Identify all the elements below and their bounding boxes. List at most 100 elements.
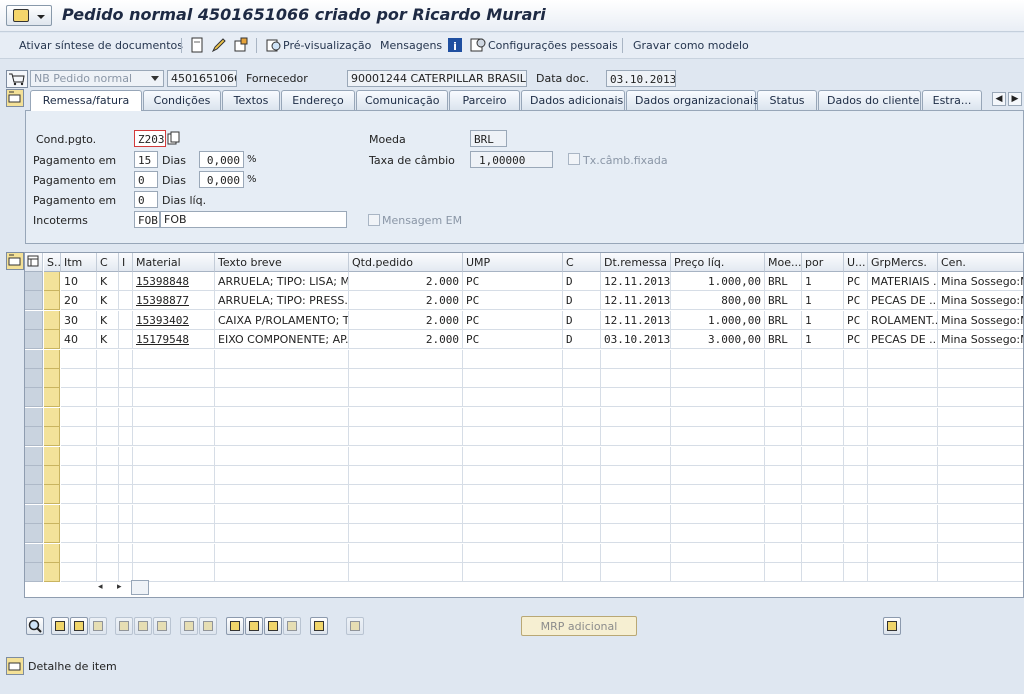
tab-scroll-right-button[interactable]: ▶ (1008, 92, 1022, 106)
row-status-cell[interactable] (44, 543, 60, 563)
grid-settings-icon[interactable] (25, 253, 43, 272)
row-status-cell[interactable] (44, 310, 60, 330)
empty-cell[interactable] (463, 349, 563, 369)
empty-cell[interactable] (563, 388, 601, 408)
row-selector[interactable] (25, 446, 43, 466)
empty-cell[interactable] (97, 466, 119, 485)
empty-cell[interactable] (463, 446, 563, 466)
empty-cell[interactable] (601, 427, 671, 447)
cell-qtd[interactable]: 2.000 (349, 291, 463, 311)
empty-cell[interactable] (601, 543, 671, 563)
column-header-status[interactable]: S.. (44, 253, 61, 272)
empty-cell[interactable] (349, 563, 463, 582)
empty-cell[interactable] (97, 563, 119, 582)
empty-cell[interactable] (802, 407, 844, 427)
empty-cell[interactable] (215, 446, 349, 466)
empty-cell[interactable] (133, 349, 215, 369)
empty-cell[interactable] (802, 524, 844, 544)
empty-cell[interactable] (215, 369, 349, 388)
cell-u[interactable]: PC (844, 291, 868, 311)
empty-cell[interactable] (349, 369, 463, 388)
empty-cell[interactable] (844, 485, 868, 505)
new-document-icon[interactable] (189, 37, 205, 53)
empty-cell[interactable] (563, 446, 601, 466)
row-selector[interactable] (25, 427, 43, 447)
empty-cell[interactable] (563, 466, 601, 485)
empty-cell[interactable] (844, 349, 868, 369)
lock-button[interactable] (134, 617, 152, 635)
empty-cell[interactable] (868, 466, 938, 485)
empty-cell[interactable] (671, 543, 765, 563)
item-detail-icon[interactable] (6, 657, 24, 675)
empty-cell[interactable] (844, 427, 868, 447)
empty-cell[interactable] (671, 563, 765, 582)
vendor-field[interactable]: 90001244 CATERPILLAR BRASIL ... (347, 70, 527, 87)
empty-cell[interactable] (61, 407, 97, 427)
row-selector[interactable] (25, 272, 43, 291)
cell-material[interactable]: 15398877 (133, 291, 215, 311)
empty-cell[interactable] (765, 388, 802, 408)
doc-date-field[interactable]: 03.10.2013 (606, 70, 676, 87)
empty-cell[interactable] (119, 369, 133, 388)
empty-cell[interactable] (97, 446, 119, 466)
empty-cell[interactable] (765, 563, 802, 582)
row-selector[interactable] (25, 388, 43, 408)
column-header-centro[interactable]: Cen. (938, 253, 1023, 272)
empty-cell[interactable] (802, 485, 844, 505)
cell-qtd[interactable]: 2.000 (349, 272, 463, 291)
empty-cell[interactable] (601, 446, 671, 466)
column-header-por[interactable]: por (802, 253, 844, 272)
empty-cell[interactable] (349, 349, 463, 369)
empty-cell[interactable] (349, 446, 463, 466)
cell-c[interactable]: K (97, 330, 119, 350)
cell-texto[interactable]: ARRUELA; TIPO: LISA; M... (215, 272, 349, 291)
empty-cell[interactable] (97, 543, 119, 563)
copy-row-button[interactable] (89, 617, 107, 635)
column-header-c2[interactable]: C (563, 253, 601, 272)
messages-button[interactable]: Mensagens (380, 39, 442, 52)
empty-cell[interactable] (601, 407, 671, 427)
empty-cell[interactable] (765, 427, 802, 447)
empty-cell[interactable] (463, 466, 563, 485)
sort-button[interactable] (226, 617, 244, 635)
empty-cell[interactable] (215, 466, 349, 485)
tab-scroll-left-button[interactable]: ◀ (992, 92, 1006, 106)
cell-itm[interactable]: 30 (61, 310, 97, 330)
empty-cell[interactable] (349, 427, 463, 447)
empty-cell[interactable] (802, 427, 844, 447)
empty-cell[interactable] (133, 485, 215, 505)
empty-cell[interactable] (671, 524, 765, 544)
deselect-all-button[interactable] (70, 617, 88, 635)
empty-cell[interactable] (349, 466, 463, 485)
delete-row-button[interactable] (115, 617, 133, 635)
empty-cell[interactable] (97, 504, 119, 524)
row-selector[interactable] (25, 485, 43, 505)
empty-cell[interactable] (61, 524, 97, 544)
shopping-cart-icon[interactable] (6, 70, 28, 88)
cell-i[interactable] (119, 291, 133, 311)
empty-cell[interactable] (463, 504, 563, 524)
cell-grp[interactable]: PECAS DE ... (868, 330, 938, 350)
column-header-ump[interactable]: UMP (463, 253, 563, 272)
empty-cell[interactable] (671, 388, 765, 408)
hold-document-icon[interactable] (233, 37, 249, 53)
cell-u[interactable]: PC (844, 330, 868, 350)
empty-cell[interactable] (97, 485, 119, 505)
empty-cell[interactable] (119, 388, 133, 408)
empty-cell[interactable] (765, 349, 802, 369)
empty-cell[interactable] (844, 543, 868, 563)
empty-cell[interactable] (563, 524, 601, 544)
row-selector[interactable] (25, 504, 43, 524)
empty-cell[interactable] (601, 524, 671, 544)
empty-cell[interactable] (868, 485, 938, 505)
empty-cell[interactable] (215, 563, 349, 582)
empty-cell[interactable] (61, 485, 97, 505)
empty-cell[interactable] (563, 485, 601, 505)
empty-cell[interactable] (563, 349, 601, 369)
empty-cell[interactable] (97, 388, 119, 408)
exchange-rate-field[interactable]: 1,00000 (470, 151, 553, 168)
empty-cell[interactable] (868, 446, 938, 466)
empty-cell[interactable] (844, 466, 868, 485)
row-status-cell[interactable] (44, 349, 60, 369)
cell-cen[interactable]: Mina Sossego:MP (938, 330, 1023, 350)
